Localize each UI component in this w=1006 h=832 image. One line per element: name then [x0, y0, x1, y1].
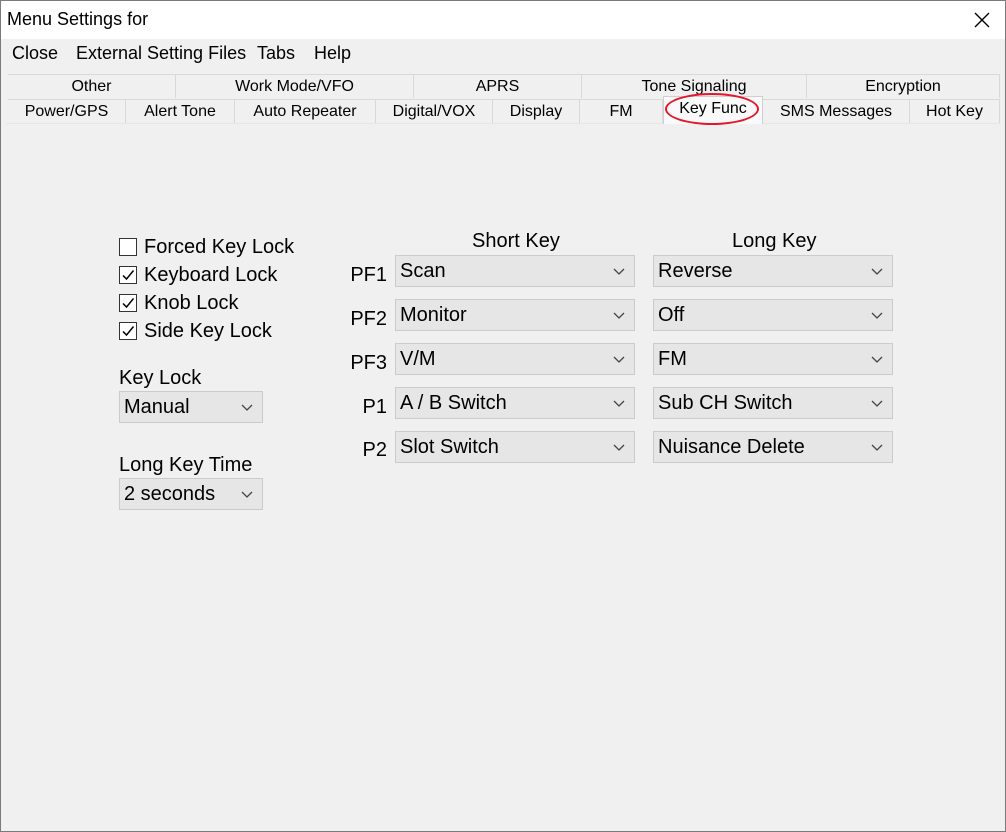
tab-hot-key[interactable]: Hot Key — [910, 99, 1000, 123]
tab-auto-repeater[interactable]: Auto Repeater — [235, 99, 376, 123]
tab-other[interactable]: Other — [8, 74, 176, 98]
window-title: Menu Settings for — [7, 9, 149, 29]
menu-help[interactable]: Help — [314, 43, 351, 64]
pf1-long-key-select[interactable]: Reverse — [653, 255, 893, 287]
p2-label: P2 — [362, 439, 387, 461]
side-key-lock-checkbox[interactable] — [119, 322, 137, 340]
keyboard-lock-checkbox[interactable] — [119, 266, 137, 284]
knob-lock-row[interactable]: Knob Lock — [119, 291, 239, 315]
chevron-down-icon — [871, 400, 883, 407]
pf3-short-key-select[interactable]: V/M — [395, 343, 635, 375]
chevron-down-icon — [871, 356, 883, 363]
pf2-short-key-value: Monitor — [400, 304, 467, 326]
pf1-long-key-value: Reverse — [658, 260, 733, 282]
forced-key-lock-label: Forced Key Lock — [144, 235, 295, 258]
chevron-down-icon — [241, 404, 253, 411]
checkmark-icon — [122, 298, 135, 309]
close-icon — [974, 12, 990, 28]
p1-long-key-select[interactable]: Sub CH Switch — [653, 387, 893, 419]
checkmark-icon — [122, 326, 135, 337]
tab-digital-vox[interactable]: Digital/VOX — [376, 99, 493, 123]
chevron-down-icon — [613, 356, 625, 363]
tab-display[interactable]: Display — [493, 99, 580, 123]
pf1-short-key-value: Scan — [400, 260, 446, 282]
tab-power-gps[interactable]: Power/GPS — [8, 99, 126, 123]
tab-fm[interactable]: FM — [580, 99, 663, 123]
chevron-down-icon — [871, 312, 883, 319]
knob-lock-label: Knob Lock — [144, 291, 239, 314]
chevron-down-icon — [613, 312, 625, 319]
menu-external-setting-files[interactable]: External Setting Files — [76, 43, 246, 64]
menu-bar: Close External Setting Files Tabs Help — [1, 39, 1005, 67]
p1-long-key-value: Sub CH Switch — [658, 392, 793, 414]
tab-sms-messages[interactable]: SMS Messages — [763, 99, 910, 123]
long-key-time-value: 2 seconds — [124, 483, 216, 505]
pf2-short-key-select[interactable]: Monitor — [395, 299, 635, 331]
pf3-long-key-select[interactable]: FM — [653, 343, 893, 375]
knob-lock-checkbox[interactable] — [119, 294, 137, 312]
long-key-time-label: Long Key Time — [119, 454, 253, 476]
checkmark-icon — [122, 270, 135, 281]
key-lock-select[interactable]: Manual — [119, 391, 263, 423]
pf2-long-key-select[interactable]: Off — [653, 299, 893, 331]
close-window-button[interactable] — [959, 1, 1005, 39]
long-key-header: Long Key — [732, 230, 817, 252]
chevron-down-icon — [613, 444, 625, 451]
tab-key-func[interactable]: Key Func — [663, 96, 763, 124]
tab-work-mode-vfo[interactable]: Work Mode/VFO — [176, 74, 414, 98]
pf2-label: PF2 — [350, 308, 387, 330]
pf3-label: PF3 — [350, 352, 387, 374]
keyboard-lock-label: Keyboard Lock — [144, 263, 278, 286]
pf1-label: PF1 — [350, 264, 387, 286]
side-key-lock-row[interactable]: Side Key Lock — [119, 319, 272, 343]
menu-settings-window: Menu Settings for Close External Setting… — [0, 0, 1006, 832]
menu-close[interactable]: Close — [12, 43, 58, 64]
p1-short-key-value: A / B Switch — [400, 392, 507, 414]
pf3-short-key-value: V/M — [400, 348, 436, 370]
p2-short-key-value: Slot Switch — [400, 436, 499, 458]
short-key-header: Short Key — [472, 230, 560, 252]
key-lock-label: Key Lock — [119, 367, 202, 389]
chevron-down-icon — [613, 268, 625, 275]
tab-alert-tone[interactable]: Alert Tone — [126, 99, 235, 123]
chevron-down-icon — [241, 491, 253, 498]
tab-encryption[interactable]: Encryption — [807, 74, 1000, 98]
pf2-long-key-value: Off — [658, 304, 685, 326]
p2-long-key-select[interactable]: Nuisance Delete — [653, 431, 893, 463]
chevron-down-icon — [871, 268, 883, 275]
menu-tabs[interactable]: Tabs — [257, 43, 295, 64]
keyboard-lock-row[interactable]: Keyboard Lock — [119, 263, 277, 287]
tab-tone-signaling[interactable]: Tone Signaling — [582, 74, 807, 98]
pf1-short-key-select[interactable]: Scan — [395, 255, 635, 287]
side-key-lock-label: Side Key Lock — [144, 319, 272, 342]
chevron-down-icon — [871, 444, 883, 451]
forced-key-lock-row[interactable]: Forced Key Lock — [119, 235, 294, 259]
pf3-long-key-value: FM — [658, 348, 687, 370]
tab-aprs[interactable]: APRS — [414, 74, 582, 98]
forced-key-lock-checkbox[interactable] — [119, 238, 137, 256]
title-bar: Menu Settings for — [1, 1, 1005, 39]
p2-long-key-value: Nuisance Delete — [658, 436, 805, 458]
key-lock-value: Manual — [124, 396, 190, 418]
p2-short-key-select[interactable]: Slot Switch — [395, 431, 635, 463]
p1-short-key-select[interactable]: A / B Switch — [395, 387, 635, 419]
long-key-time-select[interactable]: 2 seconds — [119, 478, 263, 510]
p1-label: P1 — [362, 396, 387, 418]
chevron-down-icon — [613, 400, 625, 407]
